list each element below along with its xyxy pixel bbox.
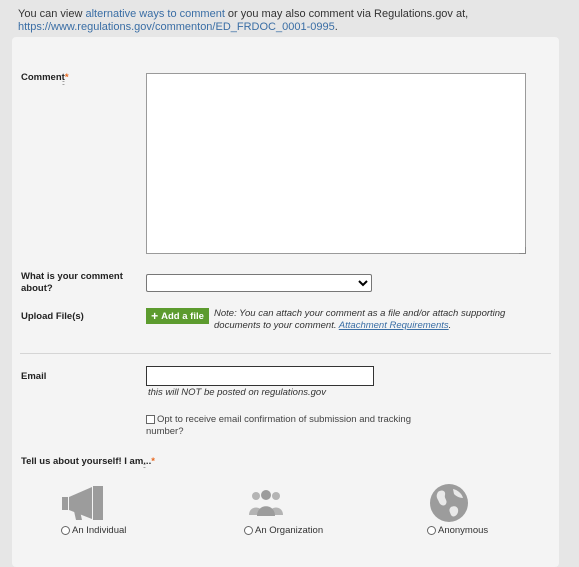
intro-text: You can view alternative ways to comment… — [18, 8, 558, 34]
alternative-ways-link[interactable]: alternative ways to comment — [85, 8, 224, 20]
comment-label-text: Comment — [21, 72, 65, 83]
email-optin: Opt to receive email confirmation of sub… — [146, 414, 416, 438]
choice-organization[interactable]: An Organization — [244, 525, 323, 536]
about-yourself-text: Tell us about yourself! I am... — [21, 456, 152, 467]
organization-radio[interactable] — [244, 525, 253, 535]
individual-label: An Individual — [72, 525, 127, 536]
required-dots: :: — [143, 463, 146, 470]
organization-label: An Organization — [255, 525, 324, 536]
note-suffix: . — [448, 320, 452, 331]
intro-middle: or you may also comment via Regulations.… — [224, 8, 469, 20]
section-divider — [20, 353, 551, 354]
optin-checkbox[interactable] — [146, 414, 155, 424]
add-file-button[interactable]: + Add a file — [146, 308, 209, 324]
anonymous-radio[interactable] — [427, 525, 436, 535]
resize-handle[interactable] — [519, 247, 526, 254]
required-dots: :: — [62, 80, 65, 87]
comment-about-label: What is your comment about? — [21, 271, 123, 294]
attachment-note: Note: You can attach your comment as a f… — [214, 308, 544, 332]
group-icon[interactable] — [247, 488, 285, 516]
upload-files-label: Upload File(s) — [21, 311, 84, 322]
megaphone-icon[interactable] — [62, 485, 104, 521]
choice-anonymous[interactable]: Anonymous — [427, 525, 488, 536]
email-field[interactable] — [146, 366, 374, 386]
intro-prefix: You can view — [18, 8, 86, 20]
choice-individual[interactable]: An Individual — [61, 525, 126, 536]
required-asterisk: * — [151, 456, 155, 467]
plus-icon: + — [151, 309, 159, 323]
add-file-label: Add a file — [161, 310, 204, 322]
anonymous-label: Anonymous — [438, 525, 489, 536]
comment-textarea[interactable] — [146, 73, 526, 254]
individual-radio[interactable] — [61, 525, 70, 535]
optin-label: Opt to receive email confirmation of sub… — [146, 414, 411, 437]
required-asterisk: * — [64, 72, 69, 83]
intro-suffix: . — [334, 21, 338, 33]
email-hint: this will NOT be posted on regulations.g… — [148, 387, 326, 398]
about-yourself-label: Tell us about yourself! I am...* — [21, 456, 155, 468]
globe-icon[interactable] — [429, 483, 469, 523]
email-label: Email — [21, 371, 47, 382]
regulations-url-link[interactable]: https://www.regulations.gov/commenton/ED… — [18, 21, 335, 33]
attachment-requirements-link[interactable]: Attachment Requirements — [339, 320, 449, 331]
comment-about-select[interactable] — [146, 274, 372, 292]
